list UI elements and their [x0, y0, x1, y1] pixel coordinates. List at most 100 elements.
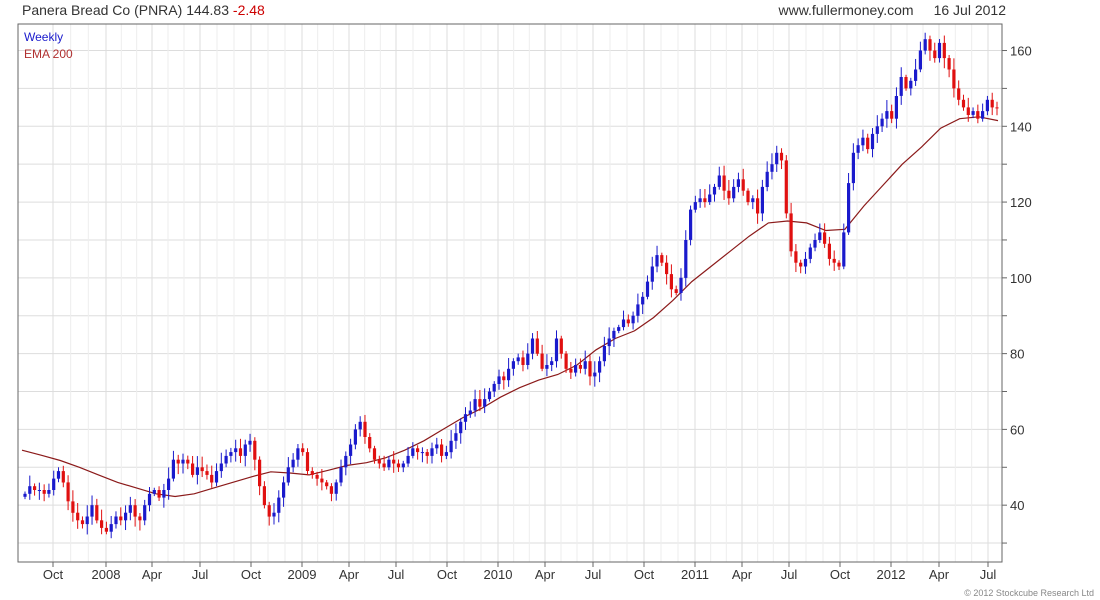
candle-body	[85, 516, 89, 525]
candle-body	[349, 444, 353, 456]
candle-body	[564, 353, 568, 369]
candle-body	[880, 118, 884, 127]
candle-body	[794, 251, 798, 263]
candle-body	[420, 452, 424, 454]
candle-body	[861, 137, 865, 146]
candle-body	[33, 486, 37, 490]
candle-body	[487, 391, 492, 400]
candle-body	[741, 179, 745, 191]
candle-body	[727, 190, 731, 199]
candle-body	[358, 421, 362, 430]
candle-body	[243, 444, 247, 456]
candle-body	[789, 213, 793, 252]
candle-body	[516, 357, 520, 362]
candle-body	[554, 338, 559, 362]
candle-body	[511, 361, 515, 369]
y-tick-label: 80	[1010, 347, 1024, 362]
candle-body	[593, 372, 597, 377]
candle-body	[238, 448, 243, 456]
candle-body	[114, 516, 118, 525]
candle-body	[736, 179, 740, 187]
candle-body	[138, 516, 142, 521]
x-tick-label: 2012	[877, 567, 906, 582]
candle-body	[377, 459, 381, 464]
candle-body	[301, 448, 305, 453]
candle-body	[176, 459, 180, 464]
candle-body	[799, 262, 803, 267]
candle-body	[890, 111, 894, 119]
x-tick-label: Jul	[980, 567, 997, 582]
candle-body	[133, 505, 137, 517]
candle-body	[693, 202, 697, 210]
x-tick-label: Jul	[388, 567, 405, 582]
x-tick-label: Oct	[437, 567, 458, 582]
candle-body	[305, 452, 310, 471]
candle-body	[909, 80, 913, 89]
candle-body	[760, 186, 764, 214]
candle-body	[779, 152, 784, 161]
candle-body	[258, 459, 262, 487]
x-tick-label: Oct	[241, 567, 262, 582]
candle-body	[598, 361, 602, 373]
candle-body	[847, 183, 851, 233]
candle-body	[286, 467, 290, 483]
candle-body	[995, 107, 999, 109]
candle-body	[339, 467, 343, 483]
x-tick-label: Oct	[634, 567, 655, 582]
y-tick-label: 100	[1010, 271, 1032, 286]
candle-body	[406, 455, 410, 464]
candle-body	[521, 357, 525, 365]
candle-body	[870, 133, 875, 150]
candle-body	[545, 365, 549, 369]
candle-body	[617, 327, 621, 331]
candle-body	[104, 527, 108, 532]
x-tick-label: 2010	[484, 567, 513, 582]
candle-body	[109, 524, 113, 532]
candle-body	[535, 338, 539, 354]
candle-body	[602, 346, 606, 362]
candle-body	[645, 281, 650, 297]
candle-body	[80, 520, 85, 525]
candle-body	[66, 482, 70, 502]
candle-body	[171, 459, 175, 479]
candle-body	[803, 258, 808, 267]
candle-body	[574, 365, 578, 373]
candle-body	[459, 421, 463, 434]
candle-body	[248, 440, 252, 445]
candle-body	[842, 232, 846, 267]
candle-body	[641, 296, 645, 305]
candle-body	[100, 520, 104, 528]
candle-body	[267, 505, 271, 517]
candle-body	[449, 440, 453, 453]
candle-body	[325, 482, 329, 487]
candle-body	[392, 459, 396, 464]
candle-body	[186, 459, 190, 464]
candle-body	[550, 361, 554, 365]
candle-body	[583, 361, 587, 369]
candle-body	[147, 493, 152, 506]
x-tick-label: Apr	[929, 567, 950, 582]
candle-body	[382, 463, 386, 468]
candle-body	[219, 463, 223, 472]
candle-body	[904, 77, 908, 89]
candle-body	[885, 111, 889, 119]
candle-body	[813, 240, 817, 248]
candle-body	[684, 240, 688, 278]
candle-body	[669, 274, 673, 290]
x-tick-label: 2008	[92, 567, 121, 582]
price-chart: 40 60 80 100 120 140 160 Oct 2008 Apr Jul Oct 2009 A…	[17, 23, 1032, 582]
candle-body	[411, 448, 415, 456]
candle-body	[320, 478, 324, 483]
candle-body	[315, 474, 319, 479]
copyright-notice: © 2012 Stockcube Research Ltd	[964, 588, 1094, 598]
candle-body	[425, 452, 429, 456]
candle-body	[976, 111, 980, 119]
x-tick-label: Apr	[339, 567, 360, 582]
candle-body	[440, 444, 444, 456]
candle-body	[856, 145, 860, 153]
candle-body	[47, 490, 51, 494]
candle-body	[210, 474, 214, 483]
candle-body	[478, 399, 482, 407]
candle-body	[329, 486, 333, 494]
candle-body	[578, 365, 582, 369]
